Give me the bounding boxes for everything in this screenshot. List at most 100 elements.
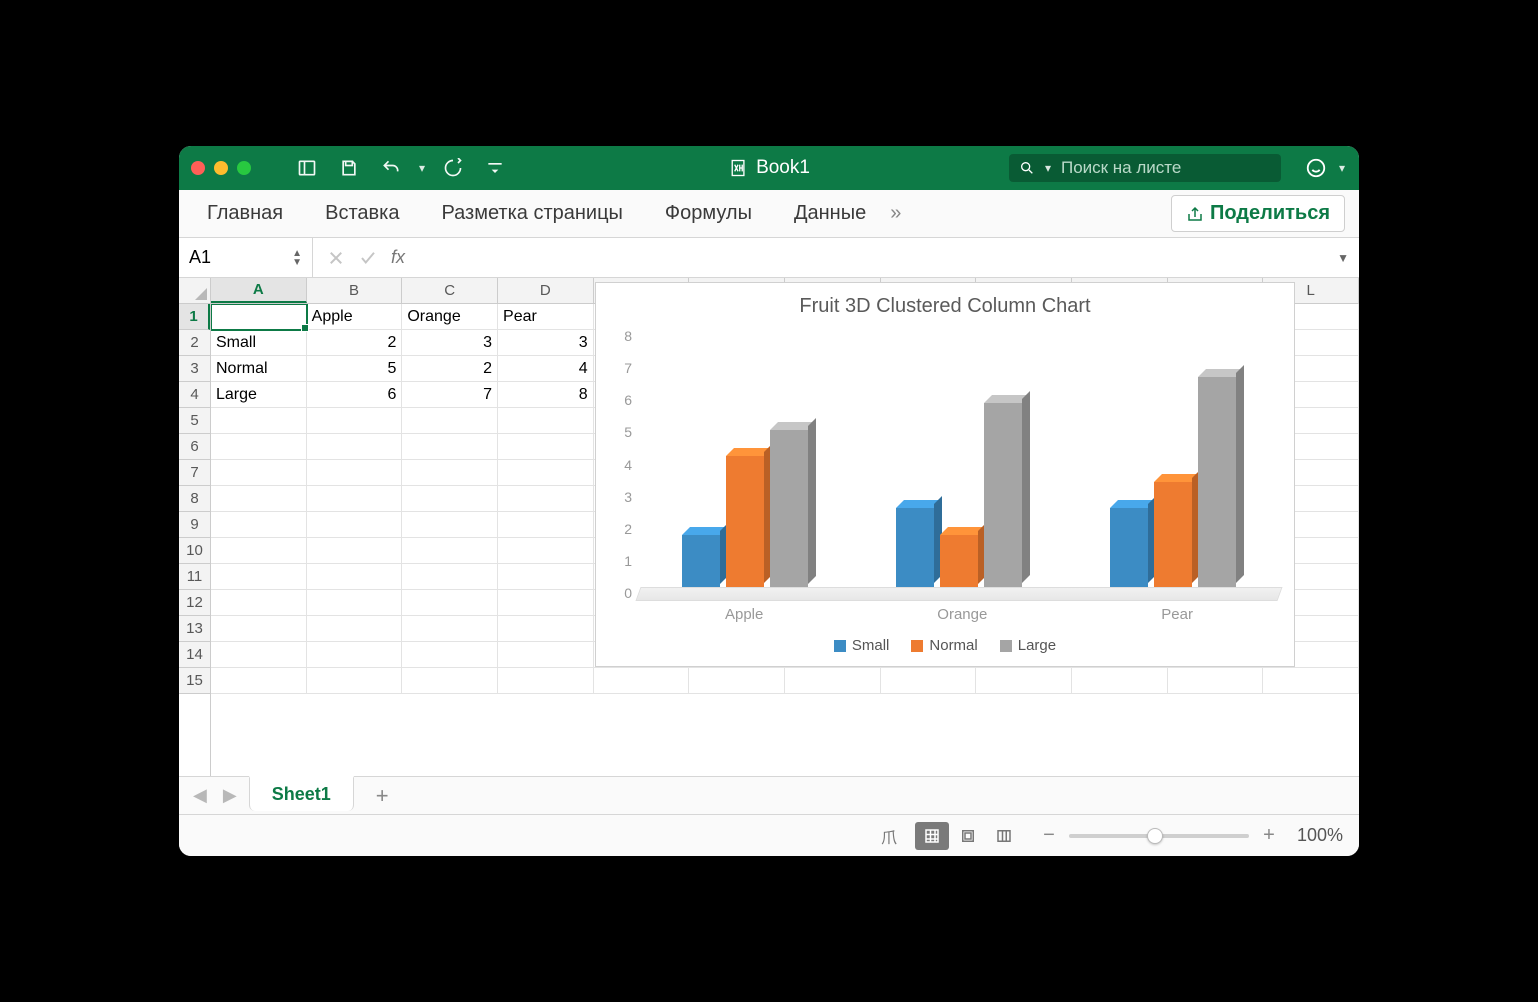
cell[interactable]	[498, 512, 594, 538]
row-header[interactable]: 11	[179, 564, 210, 590]
accept-formula-icon[interactable]	[359, 249, 377, 267]
cell[interactable]	[402, 668, 498, 694]
cell[interactable]	[1168, 668, 1264, 694]
cell[interactable]: Small	[211, 330, 307, 356]
cell[interactable]: 2	[402, 356, 498, 382]
cell[interactable]	[211, 642, 307, 668]
spreadsheet-grid[interactable]: ABCDEFGHIJKL 123456789101112131415 Apple…	[179, 278, 1359, 776]
cell[interactable]	[307, 668, 403, 694]
cell[interactable]	[211, 408, 307, 434]
search-input[interactable]	[1061, 158, 1271, 178]
save-icon[interactable]	[333, 154, 365, 182]
search-dropdown-icon[interactable]: ▾	[1043, 161, 1053, 175]
row-header[interactable]: 5	[179, 408, 210, 434]
embedded-chart[interactable]: Fruit 3D Clustered Column Chart 87654321…	[595, 282, 1295, 667]
fx-label[interactable]: fx	[391, 247, 405, 268]
cell[interactable]: Large	[211, 382, 307, 408]
cancel-formula-icon[interactable]	[327, 249, 345, 267]
row-header[interactable]: 6	[179, 434, 210, 460]
view-normal-button[interactable]	[915, 822, 949, 850]
cell[interactable]	[1072, 668, 1168, 694]
cell[interactable]	[211, 486, 307, 512]
row-header[interactable]: 4	[179, 382, 210, 408]
row-header[interactable]: 3	[179, 356, 210, 382]
cell[interactable]	[211, 616, 307, 642]
zoom-slider[interactable]	[1069, 834, 1249, 838]
zoom-value[interactable]: 100%	[1297, 825, 1343, 846]
cell[interactable]	[402, 538, 498, 564]
view-page-break-button[interactable]	[987, 822, 1021, 850]
sheet-nav-next-icon[interactable]: ▶	[219, 781, 241, 810]
customize-qat-icon[interactable]	[479, 154, 511, 182]
cell[interactable]	[307, 642, 403, 668]
cell[interactable]	[498, 642, 594, 668]
sheet-nav-prev-icon[interactable]: ◀	[189, 781, 211, 810]
row-header[interactable]: 1	[179, 304, 210, 330]
row-header[interactable]: 15	[179, 668, 210, 694]
cell[interactable]	[211, 590, 307, 616]
cell[interactable]	[307, 538, 403, 564]
cell[interactable]	[881, 668, 977, 694]
close-window-button[interactable]	[191, 161, 205, 175]
cell[interactable]	[498, 434, 594, 460]
cell[interactable]	[307, 486, 403, 512]
expand-formula-bar-icon[interactable]: ▼	[1327, 251, 1359, 265]
cell[interactable]	[211, 304, 307, 330]
maximize-window-button[interactable]	[237, 161, 251, 175]
cell[interactable]	[498, 590, 594, 616]
cell[interactable]	[402, 486, 498, 512]
smiley-dropdown-icon[interactable]: ▾	[1337, 161, 1347, 175]
cell[interactable]: Orange	[402, 304, 498, 330]
smiley-icon[interactable]	[1305, 157, 1327, 179]
cell[interactable]	[307, 564, 403, 590]
cell[interactable]: 2	[307, 330, 403, 356]
cell[interactable]	[402, 460, 498, 486]
cell[interactable]	[689, 668, 785, 694]
cell[interactable]	[211, 434, 307, 460]
cell[interactable]	[211, 668, 307, 694]
redo-icon[interactable]	[437, 154, 469, 182]
cell[interactable]	[498, 616, 594, 642]
cell[interactable]	[402, 590, 498, 616]
cell[interactable]: 5	[307, 356, 403, 382]
formula-input[interactable]	[419, 248, 1327, 268]
tabs-overflow-icon[interactable]: »	[880, 202, 911, 225]
tab-insert[interactable]: Вставка	[311, 192, 413, 235]
row-header[interactable]: 9	[179, 512, 210, 538]
cell[interactable]: 3	[402, 330, 498, 356]
row-header[interactable]: 8	[179, 486, 210, 512]
cell[interactable]: 6	[307, 382, 403, 408]
name-box[interactable]: A1 ▲▼	[179, 238, 313, 277]
undo-icon[interactable]	[375, 154, 407, 182]
cell[interactable]: Apple	[307, 304, 403, 330]
cell[interactable]	[498, 486, 594, 512]
cell[interactable]	[498, 538, 594, 564]
add-sheet-button[interactable]: +	[362, 783, 403, 809]
cell[interactable]	[1263, 668, 1359, 694]
row-header[interactable]: 12	[179, 590, 210, 616]
row-header[interactable]: 10	[179, 538, 210, 564]
cell[interactable]	[307, 590, 403, 616]
cell[interactable]	[307, 434, 403, 460]
tab-home[interactable]: Главная	[193, 192, 297, 235]
cell[interactable]	[785, 668, 881, 694]
cell[interactable]	[307, 460, 403, 486]
cell[interactable]	[211, 564, 307, 590]
sheet-tab-active[interactable]: Sheet1	[249, 776, 354, 811]
cell[interactable]	[307, 512, 403, 538]
cell[interactable]: 3	[498, 330, 594, 356]
cell[interactable]	[594, 668, 690, 694]
cell[interactable]	[307, 408, 403, 434]
column-header[interactable]: D	[498, 278, 594, 303]
cell[interactable]	[211, 538, 307, 564]
zoom-slider-thumb[interactable]	[1147, 828, 1163, 844]
select-all-corner[interactable]	[179, 278, 211, 304]
cell[interactable]	[211, 460, 307, 486]
cell[interactable]	[402, 408, 498, 434]
cell[interactable]	[402, 434, 498, 460]
cell[interactable]	[402, 512, 498, 538]
cell[interactable]	[211, 512, 307, 538]
cell[interactable]	[498, 460, 594, 486]
view-page-layout-button[interactable]	[951, 822, 985, 850]
tab-data[interactable]: Данные	[780, 192, 880, 235]
